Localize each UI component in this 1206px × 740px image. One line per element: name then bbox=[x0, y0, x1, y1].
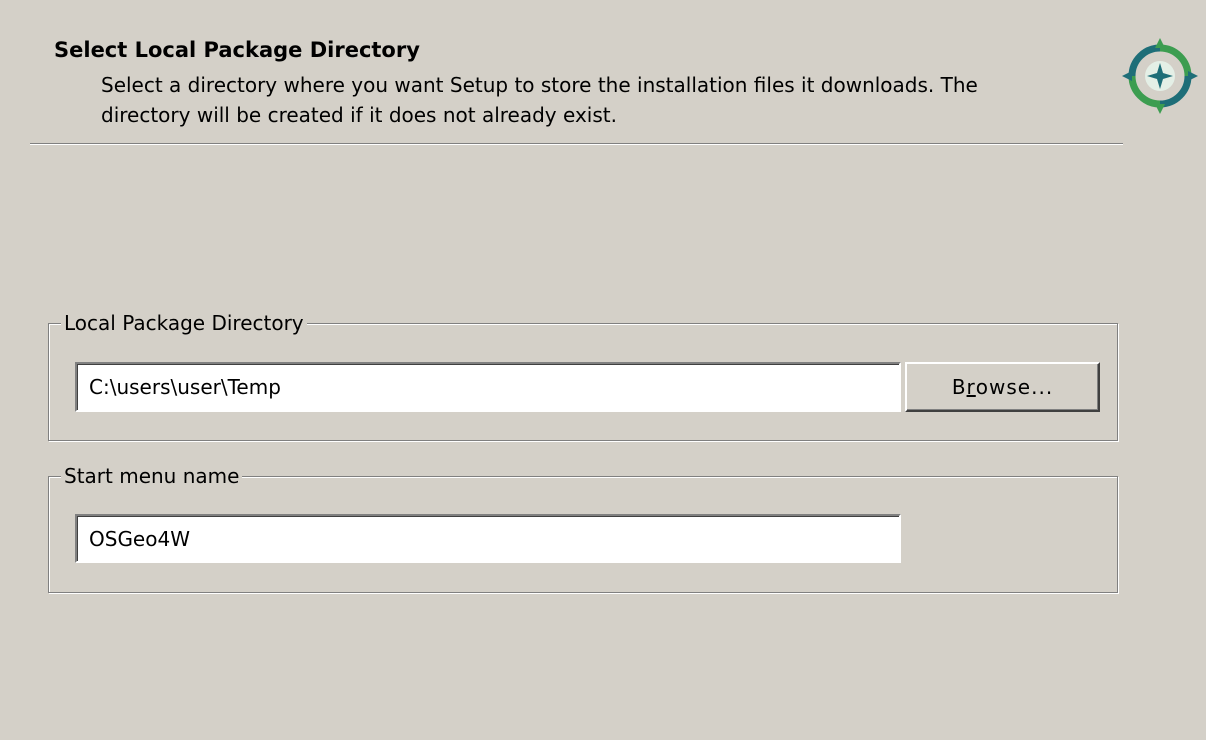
header-title: Select Local Package Directory bbox=[54, 38, 420, 62]
browse-button[interactable]: Br owse... bbox=[905, 362, 1100, 412]
browse-label-prefix: B bbox=[951, 375, 967, 399]
logo-point-north bbox=[1155, 38, 1165, 48]
logo-point-south bbox=[1155, 104, 1165, 114]
osgeo-logo-icon bbox=[1122, 38, 1198, 114]
start-menu-name-input[interactable]: OSGeo4W bbox=[75, 514, 901, 563]
browse-label-mnemonic: r bbox=[966, 375, 976, 399]
logo-point-west bbox=[1122, 71, 1132, 81]
header-divider bbox=[30, 143, 1123, 145]
local-package-group: Local Package Directory C:\users\user\Te… bbox=[48, 310, 1118, 441]
local-package-path-input[interactable]: C:\users\user\Temp bbox=[75, 362, 901, 412]
local-package-legend: Local Package Directory bbox=[61, 310, 307, 336]
start-menu-legend: Start menu name bbox=[61, 463, 243, 489]
browse-label-suffix: owse... bbox=[975, 375, 1054, 399]
start-menu-group: Start menu name OSGeo4W bbox=[48, 463, 1118, 593]
header-description: Select a directory where you want Setup … bbox=[101, 73, 978, 127]
logo-point-east bbox=[1188, 71, 1198, 81]
